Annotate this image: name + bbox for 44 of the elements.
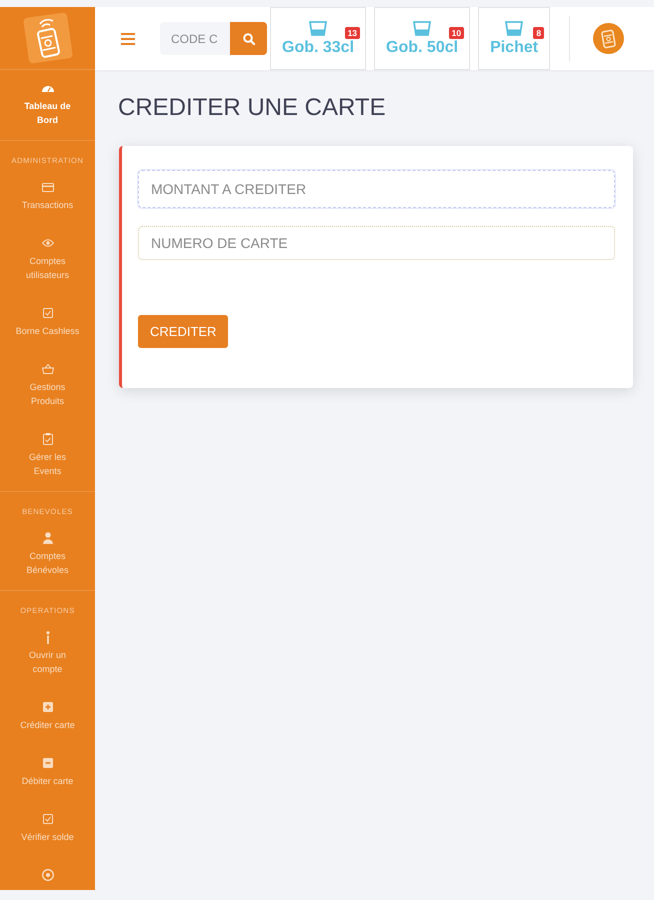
circle-icon <box>42 869 54 881</box>
nav-link[interactable]: Gestions Produits <box>0 351 95 421</box>
gauge-icon <box>42 84 54 92</box>
product-tile[interactable]: Gob. 50cl 10 <box>374 7 470 70</box>
info-icon <box>46 630 50 644</box>
plus-square-icon <box>42 702 52 712</box>
nav-link[interactable]: Tableau de Bord <box>0 70 95 140</box>
cup-icon <box>309 21 328 36</box>
count-badge: 10 <box>448 27 464 39</box>
nav-link[interactable]: Transactions <box>0 169 95 225</box>
eye-icon <box>42 239 54 247</box>
credit-card-icon <box>42 182 54 192</box>
cup-icon <box>413 21 432 36</box>
basket-icon <box>42 364 54 374</box>
count-badge: 13 <box>344 27 360 39</box>
nav-link[interactable]: Gérer les Events <box>0 421 95 491</box>
avatar-icon[interactable] <box>593 23 624 54</box>
nav-link[interactable]: Comptes utilisateurs <box>0 225 95 295</box>
cup-icon <box>505 21 524 36</box>
submit-button[interactable]: CREDITER <box>138 315 228 348</box>
clipboard-check-icon <box>42 433 52 445</box>
search-button[interactable] <box>230 22 267 55</box>
search-icon <box>242 32 254 44</box>
product-name: Pichet <box>490 39 538 57</box>
minus-square-icon <box>42 758 52 768</box>
nav-link[interactable]: Borne Cashless <box>0 295 95 351</box>
text-field[interactable]: NUMERO DE CARTE <box>138 226 615 260</box>
page-title: CREDITER UNE CARTE <box>118 93 387 123</box>
nav-link[interactable]: Ouvrir un compte <box>0 619 95 689</box>
count-badge: 8 <box>533 27 544 39</box>
check-square-icon <box>42 308 52 318</box>
nav-link[interactable]: Débiter carte <box>0 745 95 801</box>
product-name: Gob. 50cl <box>386 39 458 57</box>
nav-link[interactable]: Créditer carte <box>0 689 95 745</box>
product-name: Gob. 33cl <box>282 39 354 57</box>
check-square-icon <box>42 814 52 824</box>
nav-link[interactable]: Vérifier solde <box>0 801 95 857</box>
nav-link[interactable]: Comptes Bénévoles <box>0 520 95 590</box>
product-tile[interactable]: Pichet 8 <box>478 7 550 70</box>
search-field[interactable]: CODE C <box>160 22 230 55</box>
user-icon <box>42 532 52 544</box>
text-field[interactable]: MONTANT A CREDITER <box>138 170 615 208</box>
menu-icon[interactable] <box>121 32 135 44</box>
product-tile[interactable]: Gob. 33cl 13 <box>270 7 366 70</box>
